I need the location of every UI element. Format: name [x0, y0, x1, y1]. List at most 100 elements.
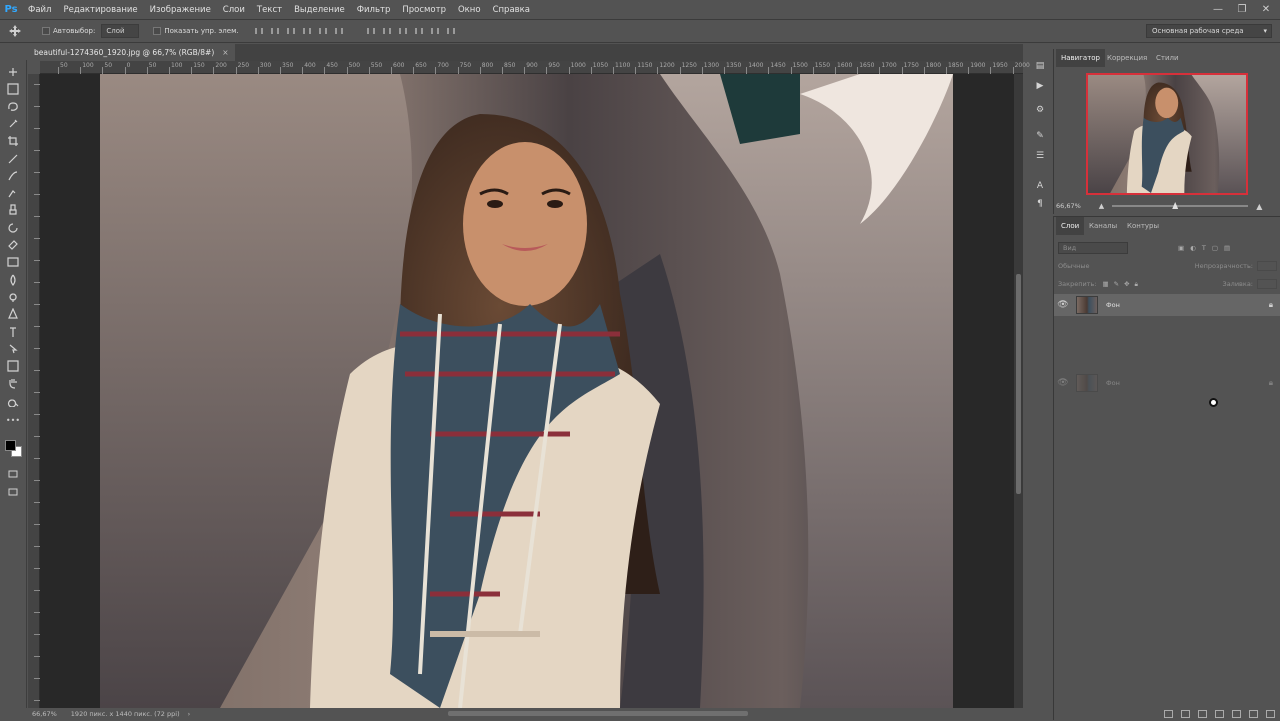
lasso-tool-icon[interactable]	[3, 99, 23, 115]
add-mask-icon[interactable]	[1198, 709, 1207, 718]
align-bottom-icon[interactable]	[286, 26, 296, 36]
menu-file[interactable]: Файл	[22, 5, 57, 15]
close-button[interactable]: ✕	[1254, 0, 1278, 19]
align-top-icon[interactable]	[254, 26, 264, 36]
layer-item-background[interactable]: 👁︎ Фон 🔒︎	[1054, 294, 1280, 316]
tab-channels[interactable]: Каналы	[1084, 217, 1122, 235]
history-brush-icon[interactable]	[3, 220, 23, 236]
gradient-tool-icon[interactable]	[3, 254, 23, 270]
properties-panel-icon[interactable]: ⚙	[1034, 104, 1046, 116]
brush-panel-icon[interactable]: ✎	[1034, 130, 1046, 142]
autoselect-dropdown[interactable]: Слой	[101, 24, 140, 38]
status-arrow-icon[interactable]: ›	[188, 710, 191, 718]
menu-view[interactable]: Просмотр	[396, 5, 452, 15]
blend-mode-dropdown[interactable]: Обычные	[1058, 262, 1089, 270]
filter-adjustment-icon[interactable]: ◐	[1190, 244, 1196, 252]
link-layers-icon[interactable]	[1164, 709, 1173, 718]
menu-window[interactable]: Окно	[452, 5, 487, 15]
new-layer-icon[interactable]	[1249, 709, 1258, 718]
healing-brush-icon[interactable]	[3, 168, 23, 184]
pen-tool-icon[interactable]	[3, 306, 23, 322]
document-image[interactable]	[100, 74, 953, 708]
move-tool-preset-icon[interactable]	[0, 25, 30, 37]
menu-select[interactable]: Выделение	[288, 5, 351, 15]
layer-search-input[interactable]: Вид	[1058, 242, 1128, 254]
dodge-tool-icon[interactable]	[3, 289, 23, 305]
blur-tool-icon[interactable]	[3, 272, 23, 288]
distribute-right-icon[interactable]	[446, 26, 456, 36]
lock-transparent-icon[interactable]: ▦	[1102, 280, 1108, 288]
adjustment-layer-icon[interactable]	[1215, 709, 1224, 718]
navigator-zoom-value[interactable]: 66,67%	[1056, 202, 1081, 210]
menu-help[interactable]: Справка	[487, 5, 536, 15]
filter-type-icon[interactable]: T	[1202, 244, 1206, 252]
character-panel-icon[interactable]: A	[1034, 180, 1046, 192]
crop-tool-icon[interactable]	[3, 133, 23, 149]
hand-tool-icon[interactable]	[3, 375, 23, 391]
zoom-slider[interactable]	[1112, 202, 1249, 209]
align-right-icon[interactable]	[334, 26, 344, 36]
filter-pixel-icon[interactable]: ▣	[1178, 244, 1184, 252]
zoom-in-icon[interactable]: ▲	[1256, 202, 1262, 211]
foreground-color-swatch[interactable]	[5, 440, 16, 451]
menu-edit[interactable]: Редактирование	[57, 5, 143, 15]
paragraph-panel-icon[interactable]: ¶	[1034, 198, 1046, 210]
marquee-tool-icon[interactable]	[3, 81, 23, 97]
quick-mask-icon[interactable]	[3, 466, 23, 482]
restore-button[interactable]: ❐	[1230, 0, 1254, 19]
actions-panel-icon[interactable]: ▶	[1034, 80, 1046, 92]
move-tool-icon[interactable]	[3, 64, 23, 80]
path-select-icon[interactable]	[3, 341, 23, 357]
canvas-area[interactable]	[40, 74, 1014, 708]
document-tab[interactable]: beautiful-1274360_1920.jpg @ 66,7% (RGB/…	[28, 44, 235, 61]
eye-icon[interactable]: 👁︎	[1054, 300, 1072, 310]
autoselect-checkbox[interactable]	[42, 27, 50, 35]
delete-layer-icon[interactable]	[1266, 709, 1275, 718]
tab-layers[interactable]: Слои	[1056, 217, 1085, 235]
zoom-slider-handle[interactable]	[1172, 202, 1179, 209]
status-zoom[interactable]: 66,67%	[32, 710, 57, 718]
eyedropper-tool-icon[interactable]	[3, 151, 23, 167]
quick-select-tool-icon[interactable]	[3, 116, 23, 132]
vertical-scroll-thumb[interactable]	[1016, 274, 1021, 494]
more-tools-icon[interactable]: •••	[3, 412, 23, 428]
history-panel-icon[interactable]: ▤	[1034, 60, 1046, 72]
menu-layers[interactable]: Слои	[217, 5, 251, 15]
distribute-hcenter-icon[interactable]	[430, 26, 440, 36]
layer-style-icon[interactable]	[1181, 709, 1190, 718]
clone-stamp-icon[interactable]	[3, 202, 23, 218]
distribute-bottom-icon[interactable]	[398, 26, 408, 36]
zoom-out-icon[interactable]: ▲	[1099, 202, 1104, 210]
tab-adjustments[interactable]: Коррекция	[1102, 49, 1152, 67]
minimize-button[interactable]: —	[1206, 0, 1230, 19]
new-group-icon[interactable]	[1232, 709, 1241, 718]
shape-tool-icon[interactable]	[3, 358, 23, 374]
lock-position-icon[interactable]: ✥	[1124, 280, 1129, 288]
menu-type[interactable]: Текст	[251, 5, 288, 15]
vertical-scrollbar[interactable]	[1014, 74, 1023, 708]
filter-shape-icon[interactable]: ▢	[1212, 244, 1218, 252]
brush-tool-icon[interactable]	[3, 185, 23, 201]
distribute-left-icon[interactable]	[414, 26, 424, 36]
tab-paths[interactable]: Контуры	[1122, 217, 1164, 235]
zoom-tool-icon[interactable]	[3, 393, 23, 409]
navigator-thumbnail[interactable]	[1086, 73, 1248, 195]
tab-navigator[interactable]: Навигатор	[1056, 49, 1105, 67]
close-tab-icon[interactable]: ×	[222, 48, 228, 57]
lock-all-icon[interactable]: 🔒︎	[1135, 280, 1138, 289]
distribute-vcenter-icon[interactable]	[382, 26, 392, 36]
align-left-icon[interactable]	[302, 26, 312, 36]
screen-mode-icon[interactable]	[3, 484, 23, 500]
show-controls-checkbox[interactable]	[153, 27, 162, 35]
align-vcenter-icon[interactable]	[270, 26, 280, 36]
tab-styles[interactable]: Стили	[1151, 49, 1184, 67]
filter-smart-icon[interactable]: ▤	[1224, 244, 1230, 252]
lock-pixels-icon[interactable]: ✎	[1114, 280, 1119, 288]
menu-filter[interactable]: Фильтр	[351, 5, 397, 15]
color-swatches[interactable]	[5, 438, 23, 458]
workspace-dropdown[interactable]: Основная рабочая среда ▾	[1146, 24, 1272, 38]
horizontal-scroll-thumb[interactable]	[448, 711, 748, 716]
menu-image[interactable]: Изображение	[144, 5, 217, 15]
type-tool-icon[interactable]	[3, 324, 23, 340]
align-hcenter-icon[interactable]	[318, 26, 328, 36]
